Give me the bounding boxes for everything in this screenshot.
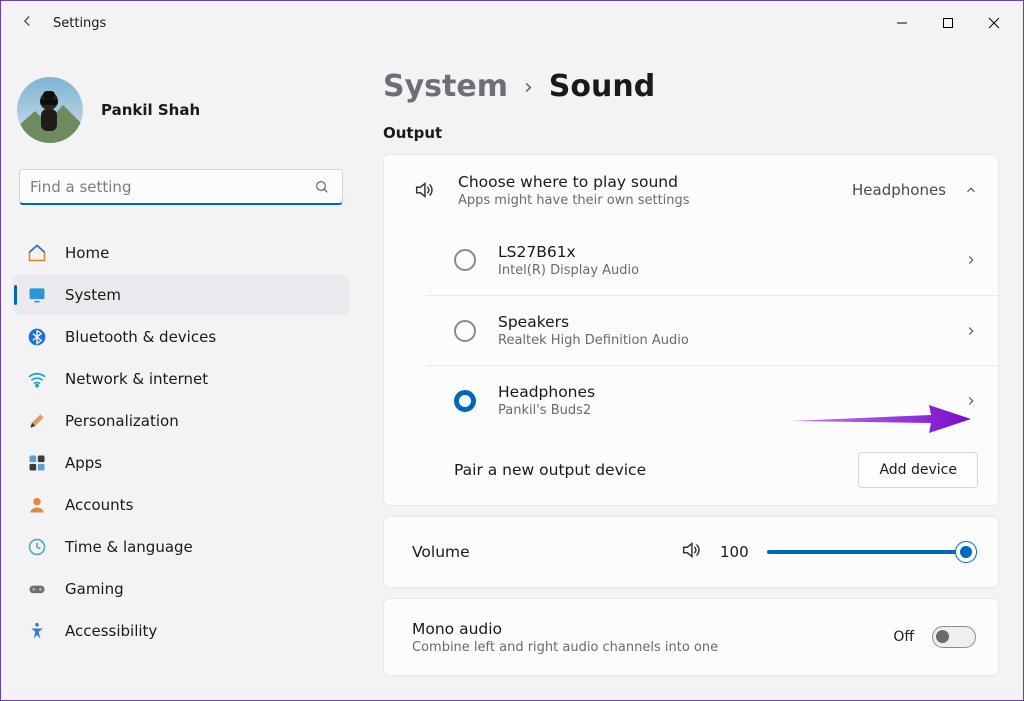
output-device-list: LS27B61x Intel(R) Display Audio Speakers… [384, 225, 998, 435]
choose-output-title: Choose where to play sound [458, 173, 830, 191]
mono-subtitle: Combine left and right audio channels in… [412, 640, 875, 655]
sidebar-item-bluetooth[interactable]: Bluetooth & devices [13, 317, 349, 357]
breadcrumb: System › Sound [383, 69, 999, 104]
main-content: System › Sound Output Choose where to pl… [361, 45, 1023, 701]
chevron-up-icon [964, 183, 978, 197]
mono-audio-card: Mono audio Combine left and right audio … [383, 598, 999, 676]
search-icon[interactable] [307, 169, 337, 205]
device-sub: Intel(R) Display Audio [498, 263, 942, 278]
sidebar-item-label: Accessibility [65, 622, 157, 640]
device-name: LS27B61x [498, 243, 942, 261]
avatar [17, 77, 83, 143]
apps-icon [27, 453, 47, 473]
sidebar-item-label: Apps [65, 454, 102, 472]
maximize-button[interactable] [925, 7, 971, 39]
sidebar-item-accounts[interactable]: Accounts [13, 485, 349, 525]
person-icon [27, 495, 47, 515]
nav-list: Home System Bluetooth & devices Network … [13, 227, 349, 653]
sidebar-item-gaming[interactable]: Gaming [13, 569, 349, 609]
device-sub: Pankil's Buds2 [498, 403, 942, 418]
sidebar-item-system[interactable]: System [13, 275, 349, 315]
search-wrap [19, 169, 343, 205]
sidebar: Pankil Shah Home System Bluetooth & devi… [1, 45, 361, 701]
window-controls [879, 7, 1017, 39]
gamepad-icon [27, 579, 47, 599]
user-card[interactable]: Pankil Shah [13, 59, 349, 169]
wifi-icon [27, 369, 47, 389]
chevron-right-icon[interactable] [964, 253, 978, 267]
home-icon [27, 243, 47, 263]
user-name: Pankil Shah [101, 101, 200, 119]
chevron-right-icon[interactable] [964, 324, 978, 338]
output-device-row[interactable]: LS27B61x Intel(R) Display Audio [426, 225, 998, 295]
volume-label: Volume [412, 543, 662, 561]
sidebar-item-home[interactable]: Home [13, 233, 349, 273]
brush-icon [27, 411, 47, 431]
sidebar-item-network[interactable]: Network & internet [13, 359, 349, 399]
close-button[interactable] [971, 7, 1017, 39]
sidebar-item-apps[interactable]: Apps [13, 443, 349, 483]
sidebar-item-accessibility[interactable]: Accessibility [13, 611, 349, 651]
radio-unselected[interactable] [454, 320, 476, 342]
sidebar-item-label: Gaming [65, 580, 124, 598]
mono-title: Mono audio [412, 620, 875, 638]
pair-device-row: Pair a new output device Add device [384, 435, 998, 505]
add-device-button[interactable]: Add device [858, 452, 978, 488]
radio-selected[interactable] [454, 390, 476, 412]
sidebar-item-label: Personalization [65, 412, 179, 430]
selected-output-label: Headphones [852, 181, 946, 199]
volume-slider[interactable] [767, 550, 976, 554]
sidebar-item-label: Home [65, 244, 109, 262]
mono-state-label: Off [893, 629, 914, 645]
sidebar-item-label: Bluetooth & devices [65, 328, 216, 346]
sidebar-item-label: Time & language [65, 538, 193, 556]
volume-icon[interactable] [680, 539, 702, 565]
system-icon [27, 285, 47, 305]
output-card: Choose where to play sound Apps might ha… [383, 154, 999, 506]
sidebar-item-personalization[interactable]: Personalization [13, 401, 349, 441]
page-title: Sound [549, 69, 655, 104]
choose-output-subtitle: Apps might have their own settings [458, 193, 830, 208]
sidebar-item-label: Network & internet [65, 370, 208, 388]
sidebar-item-label: System [65, 286, 121, 304]
volume-card: Volume 100 [383, 516, 999, 588]
output-section-label: Output [383, 124, 999, 142]
device-sub: Realtek High Definition Audio [498, 333, 942, 348]
mono-toggle[interactable] [932, 626, 976, 648]
back-button[interactable] [7, 12, 47, 34]
radio-unselected[interactable] [454, 249, 476, 271]
accessibility-icon [27, 621, 47, 641]
chevron-right-icon[interactable] [964, 394, 978, 408]
breadcrumb-parent[interactable]: System [383, 69, 508, 104]
volume-value: 100 [720, 543, 749, 561]
chevron-right-icon: › [524, 75, 533, 100]
pair-device-label: Pair a new output device [454, 461, 836, 479]
device-name: Headphones [498, 383, 942, 401]
sidebar-item-label: Accounts [65, 496, 133, 514]
device-name: Speakers [498, 313, 942, 331]
output-device-row[interactable]: Headphones Pankil's Buds2 [426, 365, 998, 435]
minimize-button[interactable] [879, 7, 925, 39]
titlebar: Settings [1, 1, 1023, 45]
bluetooth-icon [27, 327, 47, 347]
choose-output-row[interactable]: Choose where to play sound Apps might ha… [384, 155, 998, 225]
sidebar-item-time[interactable]: Time & language [13, 527, 349, 567]
clock-icon [27, 537, 47, 557]
output-device-row[interactable]: Speakers Realtek High Definition Audio [426, 295, 998, 365]
speaker-icon [412, 178, 436, 202]
search-input[interactable] [19, 169, 343, 205]
window-title: Settings [53, 16, 106, 31]
